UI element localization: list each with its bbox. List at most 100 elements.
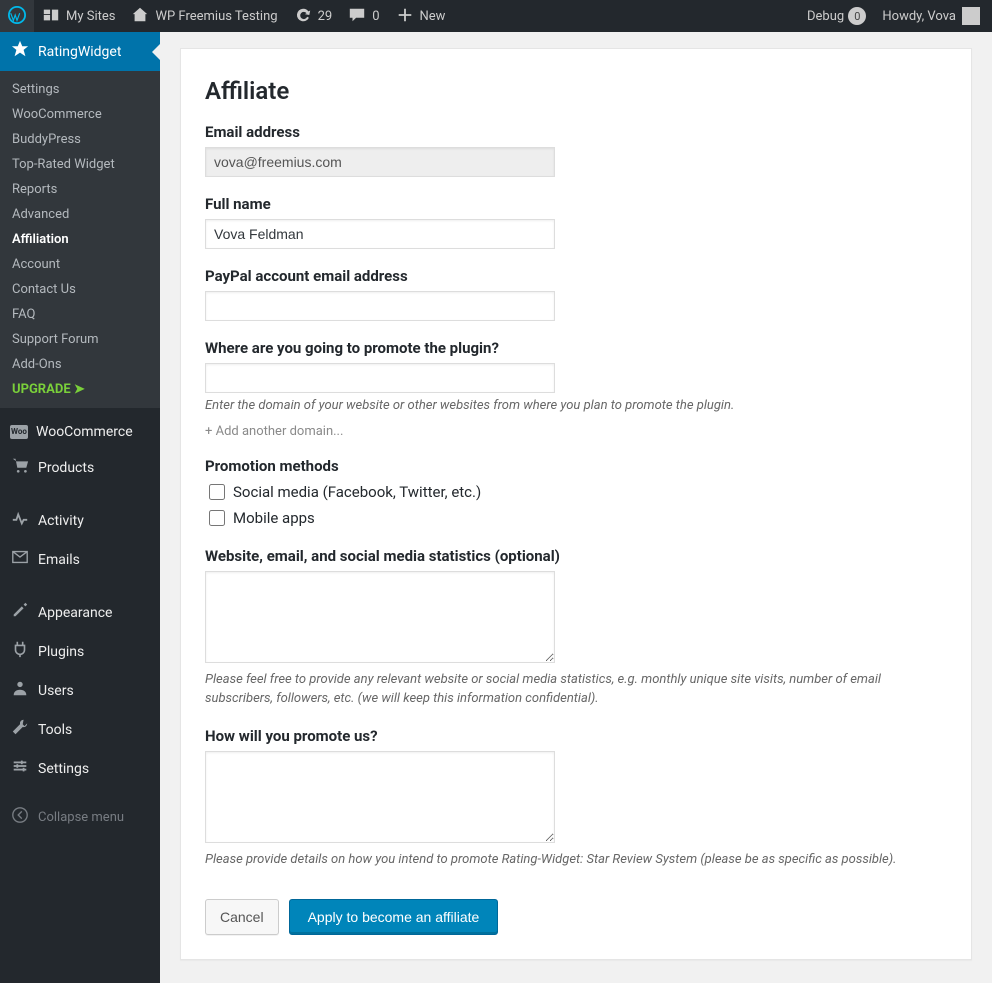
- menu-emails[interactable]: Emails: [0, 540, 160, 579]
- menu-appearance[interactable]: Appearance: [0, 593, 160, 632]
- checkbox-social-label: Social media (Facebook, Twitter, etc.): [233, 483, 481, 501]
- submenu-item-upgrade[interactable]: UPGRADE: [0, 377, 160, 402]
- appearance-icon: [10, 601, 30, 624]
- submenu-ratingwidget: SettingsWooCommerceBuddyPressTop-Rated W…: [0, 71, 160, 408]
- wp-logo-menu[interactable]: [0, 0, 34, 32]
- menu-products-label: Products: [38, 460, 94, 476]
- comment-icon: [348, 6, 366, 27]
- debug-count-badge: 0: [848, 7, 866, 25]
- input-full-name[interactable]: [205, 219, 555, 249]
- menu-ratingwidget[interactable]: RatingWidget: [0, 32, 160, 71]
- menu-plugins[interactable]: Plugins: [0, 632, 160, 671]
- main-content: Affiliate Email address Full name PayPal…: [160, 0, 992, 980]
- howdy-text: Howdy, Vova: [882, 9, 956, 24]
- label-paypal: PayPal account email address: [205, 267, 947, 285]
- submenu-item-add-ons[interactable]: Add-Ons: [0, 352, 160, 377]
- menu-woocommerce-label: WooCommerce: [36, 424, 133, 440]
- textarea-how-promote[interactable]: [205, 751, 555, 843]
- collapse-menu[interactable]: Collapse menu: [0, 798, 160, 836]
- submenu-item-top-rated-widget[interactable]: Top-Rated Widget: [0, 152, 160, 177]
- field-email: Email address: [205, 123, 947, 177]
- my-sites-menu[interactable]: My Sites: [34, 0, 123, 32]
- apply-button[interactable]: Apply to become an affiliate: [289, 899, 499, 935]
- debug-label: Debug: [807, 9, 844, 24]
- menu-woocommerce[interactable]: Woo WooCommerce: [0, 416, 160, 448]
- menu-ratingwidget-label: RatingWidget: [38, 44, 121, 60]
- help-stats: Please feel free to provide any relevant…: [205, 671, 947, 709]
- menu-tools[interactable]: Tools: [0, 710, 160, 749]
- collapse-label: Collapse menu: [38, 810, 124, 825]
- checkbox-mobile[interactable]: [209, 510, 225, 526]
- my-sites-label: My Sites: [66, 9, 115, 24]
- submenu-item-buddypress[interactable]: BuddyPress: [0, 127, 160, 152]
- add-domain-link[interactable]: + Add another domain...: [205, 424, 947, 439]
- comments-menu[interactable]: 0: [340, 0, 387, 32]
- textarea-stats[interactable]: [205, 571, 555, 663]
- woocommerce-icon: Woo: [10, 425, 28, 439]
- emails-icon: [10, 548, 30, 571]
- wordpress-icon: [8, 6, 26, 27]
- cancel-button[interactable]: Cancel: [205, 899, 279, 935]
- label-promotion-methods: Promotion methods: [205, 457, 947, 475]
- submenu-item-faq[interactable]: FAQ: [0, 302, 160, 327]
- sites-icon: [42, 6, 60, 27]
- checkbox-social[interactable]: [209, 484, 225, 500]
- submenu-item-reports[interactable]: Reports: [0, 177, 160, 202]
- help-how-promote: Please provide details on how you intend…: [205, 851, 947, 870]
- submenu-item-contact-us[interactable]: Contact Us: [0, 277, 160, 302]
- label-where-promote: Where are you going to promote the plugi…: [205, 339, 947, 357]
- updates-menu[interactable]: 29: [286, 0, 341, 32]
- field-where-promote: Where are you going to promote the plugi…: [205, 339, 947, 439]
- affiliate-card: Affiliate Email address Full name PayPal…: [180, 48, 972, 960]
- menu-plugins-label: Plugins: [38, 644, 84, 660]
- home-icon: [131, 6, 149, 27]
- label-full-name: Full name: [205, 195, 947, 213]
- menu-tools-label: Tools: [38, 722, 72, 738]
- users-icon: [10, 679, 30, 702]
- menu-products[interactable]: Products: [0, 448, 160, 487]
- admin-sidebar: RatingWidget SettingsWooCommerceBuddyPre…: [0, 32, 160, 983]
- new-label: New: [420, 9, 446, 24]
- menu-settings-label: Settings: [38, 761, 89, 777]
- label-email: Email address: [205, 123, 947, 141]
- label-stats: Website, email, and social media statist…: [205, 547, 947, 565]
- tools-icon: [10, 718, 30, 741]
- debug-menu[interactable]: Debug 0: [799, 0, 874, 32]
- label-how-promote: How will you promote us?: [205, 727, 947, 745]
- star-icon: [10, 40, 30, 63]
- collapse-icon: [10, 806, 30, 828]
- menu-activity-label: Activity: [38, 513, 84, 529]
- settings-icon: [10, 757, 30, 780]
- site-name-label: WP Freemius Testing: [155, 9, 277, 24]
- field-paypal: PayPal account email address: [205, 267, 947, 321]
- admin-bar-left: My Sites WP Freemius Testing 29 0 New: [0, 0, 453, 32]
- submenu-item-support-forum[interactable]: Support Forum: [0, 327, 160, 352]
- menu-settings[interactable]: Settings: [0, 749, 160, 788]
- field-stats: Website, email, and social media statist…: [205, 547, 947, 709]
- activity-icon: [10, 509, 30, 532]
- field-how-promote: How will you promote us? Please provide …: [205, 727, 947, 870]
- check-mobile-apps[interactable]: Mobile apps: [205, 507, 947, 529]
- checkbox-mobile-label: Mobile apps: [233, 509, 315, 527]
- submenu-item-advanced[interactable]: Advanced: [0, 202, 160, 227]
- update-icon: [294, 6, 312, 27]
- promotion-checks: Social media (Facebook, Twitter, etc.) M…: [205, 481, 947, 529]
- input-where-promote[interactable]: [205, 363, 555, 393]
- comment-count: 0: [372, 9, 379, 24]
- check-social-media[interactable]: Social media (Facebook, Twitter, etc.): [205, 481, 947, 503]
- button-row: Cancel Apply to become an affiliate: [205, 899, 947, 935]
- input-paypal[interactable]: [205, 291, 555, 321]
- menu-activity[interactable]: Activity: [0, 501, 160, 540]
- account-menu[interactable]: Howdy, Vova: [874, 0, 988, 32]
- input-email[interactable]: [205, 147, 555, 177]
- submenu-item-settings[interactable]: Settings: [0, 77, 160, 102]
- submenu-item-affiliation[interactable]: Affiliation: [0, 227, 160, 252]
- site-name-menu[interactable]: WP Freemius Testing: [123, 0, 285, 32]
- admin-bar-right: Debug 0 Howdy, Vova: [799, 0, 992, 32]
- help-where-promote: Enter the domain of your website or othe…: [205, 397, 947, 416]
- submenu-item-woocommerce[interactable]: WooCommerce: [0, 102, 160, 127]
- menu-users[interactable]: Users: [0, 671, 160, 710]
- field-full-name: Full name: [205, 195, 947, 249]
- submenu-item-account[interactable]: Account: [0, 252, 160, 277]
- new-content-menu[interactable]: New: [388, 0, 454, 32]
